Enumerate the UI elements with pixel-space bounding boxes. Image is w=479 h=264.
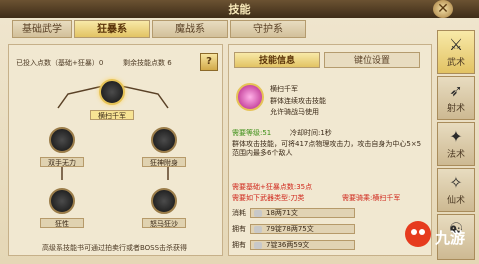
side-tab-archery[interactable]: ➶ 射术 bbox=[437, 76, 475, 120]
magic-icon: ✦ bbox=[449, 127, 463, 146]
skill-label-kuangshen: 狂神附身 bbox=[142, 157, 186, 167]
owned-value-2: 7锭36两59文 bbox=[266, 241, 310, 249]
coin-icon bbox=[254, 226, 262, 233]
skill-node-numa[interactable] bbox=[151, 188, 177, 214]
skill-label-shuangshou: 双手无力 bbox=[40, 157, 84, 167]
close-button[interactable]: ✕ bbox=[433, 0, 453, 18]
cost-value: 18两71文 bbox=[266, 209, 298, 217]
cooldown: 冷却时间:1秒 bbox=[290, 129, 332, 137]
skill-label-numa: 怒马狂沙 bbox=[142, 218, 186, 228]
skill-node-hengsao[interactable] bbox=[99, 79, 125, 105]
owned-label-2: 拥有 bbox=[232, 241, 246, 249]
skill-tree-connectors bbox=[57, 83, 169, 180]
watermark-text: 九游 bbox=[435, 229, 466, 247]
coin-icon bbox=[254, 210, 262, 217]
side-tab-immortal[interactable]: ✧ 仙术 bbox=[437, 168, 475, 212]
owned-value-1: 79锭78两75文 bbox=[266, 225, 314, 233]
tab-keybind[interactable]: 键位设置 bbox=[324, 52, 420, 68]
skill-node-shuangshou[interactable] bbox=[49, 127, 75, 153]
martial-icon: ⚔ bbox=[448, 35, 464, 54]
owned-label-1: 拥有 bbox=[232, 225, 246, 233]
skill-desc-2: 允许骑战马使用 bbox=[270, 108, 319, 116]
skill-description: 群体攻击技能，可将417点物理攻击力，攻击自身为中心5×5范围内最多6个敌人 bbox=[232, 140, 422, 157]
req-level: 需要等级:51 bbox=[232, 129, 272, 137]
req-mount: 需要骑乘:横扫千军 bbox=[342, 194, 401, 202]
coin-icon bbox=[254, 242, 262, 249]
watermark: 九游 bbox=[403, 215, 477, 255]
skill-label-hengsao: 横扫千军 bbox=[90, 110, 134, 120]
footer-note: 高级系技能书可通过拍卖行或者BOSS击杀获得 bbox=[41, 244, 188, 252]
skill-name: 横扫千军 bbox=[270, 85, 298, 93]
skill-icon bbox=[236, 83, 264, 111]
skill-label-kuangxing: 狂性 bbox=[40, 218, 84, 228]
close-icon: ✕ bbox=[437, 1, 449, 17]
tab-berserk[interactable]: 狂暴系 bbox=[74, 20, 150, 38]
watermark-logo-icon bbox=[405, 221, 431, 247]
tab-basic[interactable]: 基础武学 bbox=[12, 20, 72, 38]
skill-desc-1: 群体连续攻击技能 bbox=[270, 97, 326, 105]
skill-node-kuangshen[interactable] bbox=[151, 127, 177, 153]
archery-icon: ➶ bbox=[449, 81, 463, 100]
cost-label: 消耗 bbox=[232, 209, 246, 217]
skill-node-kuangxing[interactable] bbox=[49, 188, 75, 214]
side-tab-magic[interactable]: ✦ 法术 bbox=[437, 122, 475, 166]
req-points: 需要基础+狂暴点数:35点 bbox=[232, 183, 313, 191]
immortal-icon: ✧ bbox=[449, 173, 463, 192]
tab-guardian[interactable]: 守护系 bbox=[230, 20, 306, 38]
req-weapon: 需要如下武器类型:刀类 bbox=[232, 194, 305, 202]
window-title: 技能 bbox=[228, 3, 251, 16]
tab-skill-info[interactable]: 技能信息 bbox=[234, 52, 320, 68]
side-tab-martial[interactable]: ⚔ 武术 bbox=[437, 30, 475, 74]
tab-magic-war[interactable]: 魔战系 bbox=[152, 20, 228, 38]
